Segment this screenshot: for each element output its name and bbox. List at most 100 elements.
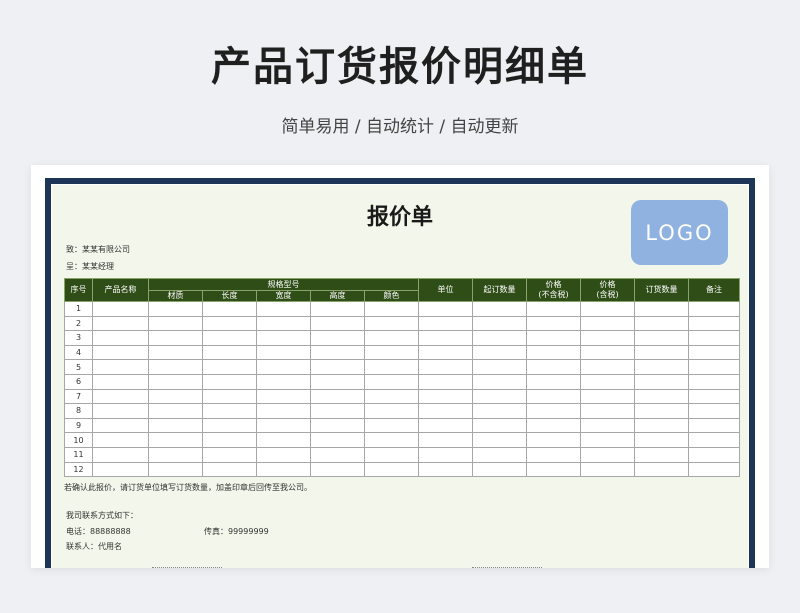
table-cell[interactable] [472,403,528,419]
table-cell[interactable] [688,417,741,434]
table-cell[interactable] [256,417,311,434]
table-cell[interactable] [148,446,203,463]
table-cell[interactable] [580,330,636,346]
table-cell[interactable] [472,330,528,346]
table-cell[interactable] [256,388,311,405]
table-cell[interactable] [472,388,528,405]
table-cell[interactable] [580,403,636,419]
table-cell[interactable] [310,461,365,478]
table-cell[interactable] [363,301,420,317]
table-cell[interactable] [688,461,741,478]
table-cell[interactable] [526,373,582,390]
table-cell[interactable] [148,373,203,390]
table-cell[interactable] [688,344,741,361]
table-cell[interactable] [363,373,420,390]
table-cell[interactable] [472,373,528,390]
table-cell[interactable] [92,373,149,390]
table-cell[interactable] [472,359,528,375]
table-cell[interactable] [363,417,420,434]
table-cell[interactable] [634,344,690,361]
table-cell[interactable] [688,359,741,375]
table-cell[interactable] [92,432,149,448]
table-cell[interactable] [418,344,474,361]
table-cell[interactable] [580,417,636,434]
table-cell[interactable] [363,432,420,448]
table-cell[interactable] [580,461,636,478]
table-cell[interactable] [310,330,365,346]
table-cell[interactable] [202,417,257,434]
table-cell[interactable] [256,330,311,346]
table-cell[interactable] [148,301,203,317]
table-cell[interactable] [256,446,311,463]
table-cell[interactable] [256,461,311,478]
table-cell[interactable] [634,432,690,448]
table-cell[interactable] [472,301,528,317]
table-cell[interactable] [92,388,149,405]
table-cell[interactable] [634,330,690,346]
table-cell[interactable] [92,359,149,375]
table-cell[interactable] [310,301,365,317]
table-cell[interactable] [202,446,257,463]
table-cell[interactable] [310,373,365,390]
table-cell[interactable] [688,373,741,390]
table-cell[interactable] [634,359,690,375]
table-cell[interactable] [580,344,636,361]
table-cell[interactable] [148,344,203,361]
table-cell[interactable] [256,315,311,332]
table-cell[interactable] [634,446,690,463]
table-cell[interactable] [634,301,690,317]
table-cell[interactable] [148,388,203,405]
table-cell[interactable] [148,330,203,346]
table-cell[interactable] [634,373,690,390]
table-cell[interactable] [148,432,203,448]
table-cell[interactable] [202,388,257,405]
table-cell[interactable] [363,388,420,405]
table-cell[interactable] [310,432,365,448]
table-cell[interactable] [92,446,149,463]
table-cell[interactable] [526,461,582,478]
table-cell[interactable] [418,301,474,317]
table-cell[interactable] [310,403,365,419]
table-cell[interactable] [526,330,582,346]
table-cell[interactable] [363,446,420,463]
table-cell[interactable] [92,417,149,434]
table-cell[interactable] [688,315,741,332]
table-cell[interactable] [580,315,636,332]
table-cell[interactable] [256,344,311,361]
table-cell[interactable] [418,359,474,375]
table-cell[interactable] [526,388,582,405]
table-cell[interactable] [310,388,365,405]
table-cell[interactable] [92,461,149,478]
table-cell[interactable] [418,373,474,390]
table-cell[interactable] [688,388,741,405]
table-cell[interactable] [526,344,582,361]
table-cell[interactable] [418,330,474,346]
table-cell[interactable] [418,432,474,448]
table-cell[interactable] [580,432,636,448]
table-cell[interactable] [580,373,636,390]
table-cell[interactable] [418,315,474,332]
table-cell[interactable] [472,446,528,463]
table-cell[interactable] [580,301,636,317]
table-cell[interactable] [256,373,311,390]
table-cell[interactable] [688,446,741,463]
table-cell[interactable] [202,359,257,375]
table-cell[interactable] [256,432,311,448]
table-cell[interactable] [363,359,420,375]
table-cell[interactable] [148,315,203,332]
table-cell[interactable] [202,403,257,419]
table-cell[interactable] [688,330,741,346]
table-cell[interactable] [310,359,365,375]
table-cell[interactable] [526,301,582,317]
table-cell[interactable] [688,301,741,317]
table-cell[interactable] [310,417,365,434]
table-cell[interactable] [472,315,528,332]
table-cell[interactable] [202,461,257,478]
table-cell[interactable] [363,403,420,419]
table-cell[interactable] [256,301,311,317]
table-cell[interactable] [418,403,474,419]
table-cell[interactable] [634,461,690,478]
table-cell[interactable] [92,403,149,419]
table-cell[interactable] [472,344,528,361]
table-cell[interactable] [472,417,528,434]
